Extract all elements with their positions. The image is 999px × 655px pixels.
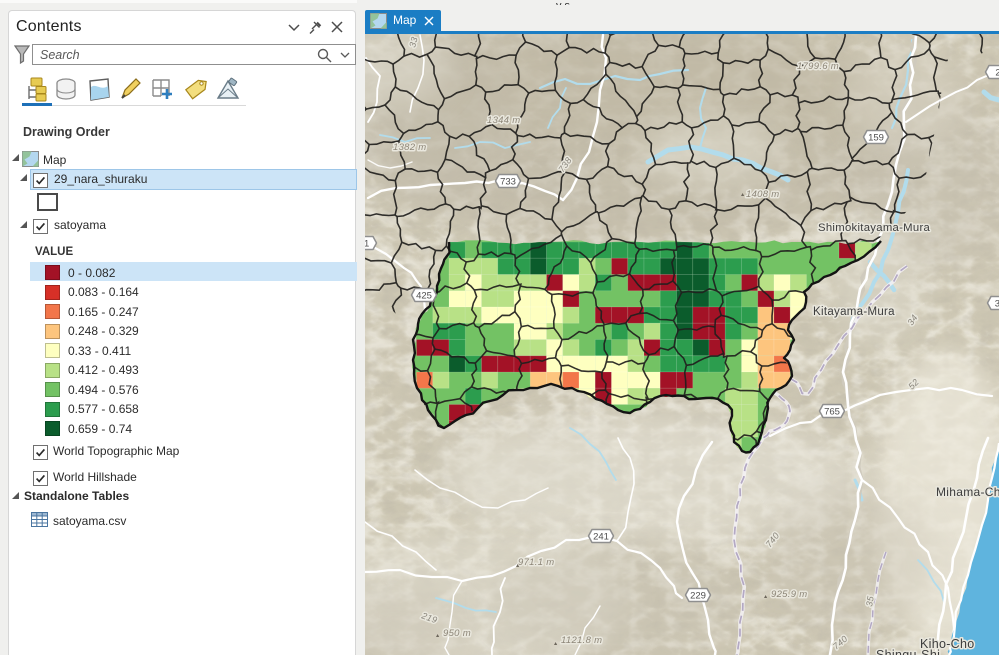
svg-text:Kitayama-Mura: Kitayama-Mura [813,306,895,318]
svg-text:2: 2 [995,67,999,78]
svg-text:Shingu-Shi: Shingu-Shi [876,648,940,655]
svg-text:1344 m: 1344 m [487,115,521,126]
svg-text:229: 229 [690,590,706,601]
svg-text:1382 m: 1382 m [393,142,427,153]
svg-text:159: 159 [868,132,884,143]
svg-text:765: 765 [824,406,840,417]
svg-text:425: 425 [416,290,432,301]
svg-text:733: 733 [500,176,516,187]
svg-text:241: 241 [593,531,609,542]
svg-text:950 m: 950 m [443,628,471,639]
svg-text:1121.8 m: 1121.8 m [561,635,602,646]
svg-text:925.9 m: 925.9 m [771,589,807,600]
svg-text:71: 71 [365,238,369,249]
svg-text:971.1 m: 971.1 m [518,557,554,568]
svg-text:Shimokitayama-Mura: Shimokitayama-Mura [818,222,931,234]
svg-text:Mihama-Cho: Mihama-Cho [936,485,999,499]
svg-text:1408 m: 1408 m [746,189,780,200]
svg-text:1799.6 m: 1799.6 m [797,61,839,72]
svg-text:30: 30 [995,298,999,309]
